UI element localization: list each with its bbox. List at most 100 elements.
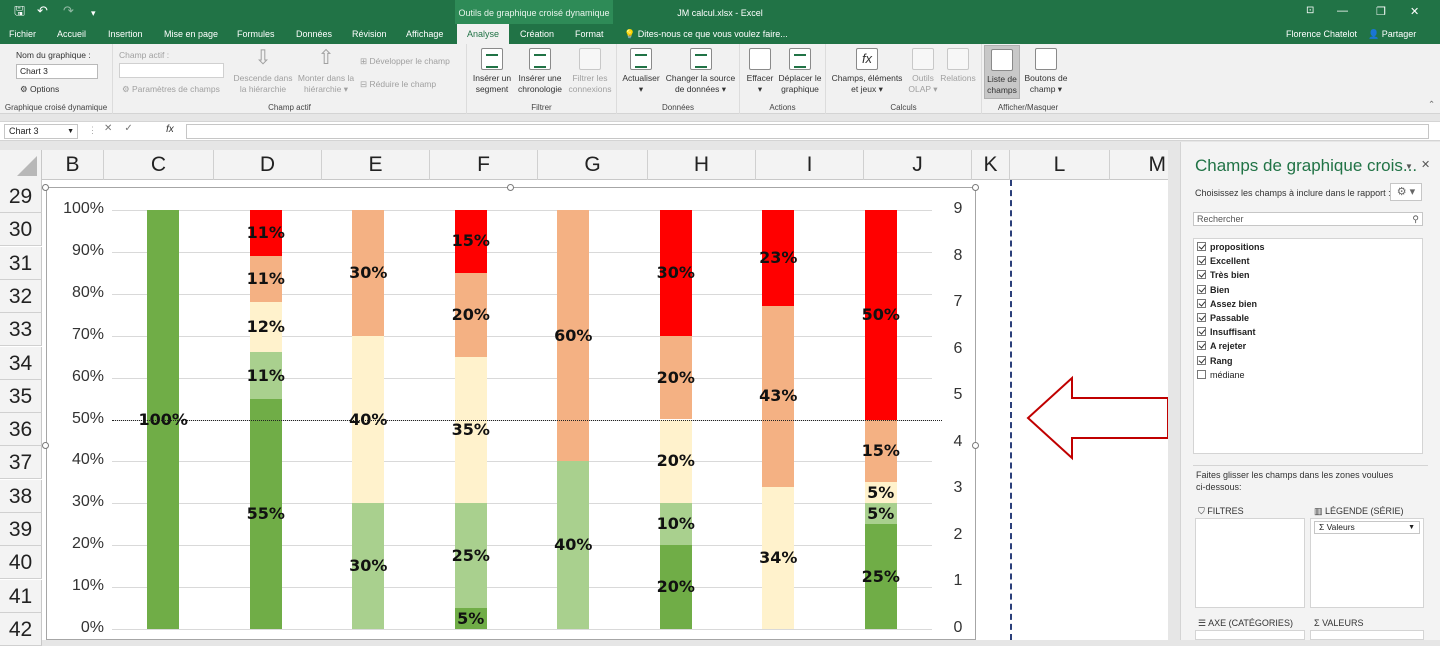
insert-function-icon[interactable]: fx [166,124,174,135]
formula-input[interactable] [186,124,1429,139]
customize-icon[interactable]: ▾ [91,6,96,20]
legend-icon: ▥ [1314,506,1323,516]
field-checkbox[interactable] [1197,327,1206,337]
arrow-left-shape[interactable] [1020,370,1168,466]
chart-resize-handle[interactable] [507,184,514,191]
name-box-dropdown-icon[interactable]: ▼ [67,125,74,138]
field-checkbox[interactable] [1197,284,1206,294]
tell-me-box[interactable]: 💡 Dites-nous ce que vous voulez faire... [624,24,788,45]
legend-values-label: Σ Valeurs [1319,522,1355,532]
field-checkbox[interactable] [1197,313,1206,322]
field-checkbox[interactable] [1197,298,1206,308]
refresh-button[interactable]: Actualiser ▾ [619,48,663,95]
field-checkbox[interactable] [1197,242,1206,251]
options-button[interactable]: ⚙ Options [20,84,59,95]
chart-resize-handle[interactable] [42,442,49,449]
column-header-m[interactable]: M [1110,150,1168,180]
data-label: 11% [246,269,285,289]
tab-accueil[interactable]: Accueil [57,24,86,44]
field-checkbox[interactable] [1197,369,1206,379]
name-box[interactable]: Chart 3 ▼ [4,124,78,139]
legend-values-item[interactable]: Σ Valeurs ▼ [1314,521,1420,534]
fields-items-button[interactable]: fx Champs, éléments et jeux ▾ [828,48,906,95]
expand-field-button[interactable]: ⊞ Développer le champ [360,56,450,67]
field-item[interactable]: médiane [1197,369,1245,383]
tab-format[interactable]: Format [575,24,604,44]
ribbon: Nom du graphique : Chart 3 ⚙ Options Gra… [0,44,1440,114]
tab-analyse[interactable]: Analyse [457,24,510,44]
column-header-l[interactable]: L [1010,150,1110,180]
active-field-input[interactable] [119,63,224,78]
field-item[interactable]: A rejeter [1197,340,1246,354]
share-button[interactable]: 👤 Partager [1368,24,1416,45]
field-item[interactable]: Insuffisant [1197,326,1256,340]
chart-resize-handle[interactable] [42,184,49,191]
tab-fichier[interactable]: Fichier [9,24,36,44]
pane-options-icon[interactable]: ▼ [1405,162,1413,171]
minimize-icon[interactable]: — [1337,5,1348,17]
chart-name-field[interactable]: Chart 3 [16,64,98,79]
field-buttons-button[interactable]: Boutons de champ ▾ [1020,48,1072,95]
chart-resize-handle[interactable] [972,442,979,449]
zone-values[interactable] [1310,630,1424,640]
field-list-button[interactable]: Liste de champs [984,45,1020,99]
field-search-input[interactable]: Rechercher ⚲ [1193,212,1423,226]
zone-legend[interactable]: Σ Valeurs ▼ [1310,518,1424,608]
drill-up-button[interactable]: ⇧ Monter dans la hiérarchie ▾ [295,48,357,95]
zone-axis[interactable] [1195,630,1305,640]
restore-icon[interactable]: ❐ [1376,5,1386,18]
filter-connections-button[interactable]: Filtrer les connexions [565,48,615,95]
redo-icon[interactable]: ↷ [63,4,74,18]
save-icon[interactable]: 🖫 [14,4,25,18]
field-item[interactable]: Passable [1197,312,1249,326]
field-item[interactable]: Bien [1197,284,1230,298]
field-checkbox[interactable] [1197,355,1206,365]
field-checkbox[interactable] [1197,256,1206,266]
drill-down-button[interactable]: ⇩ Descende dans la hiérarchie [229,48,297,95]
insert-slicer-button[interactable]: Insérer un segment [469,48,515,95]
tab-mise-en-page[interactable]: Mise en page [164,24,218,44]
tab-creation[interactable]: Création [520,24,554,44]
clear-button[interactable]: Effacer ▾ [742,48,778,95]
chart-resize-handle[interactable] [972,184,979,191]
pane-close-icon[interactable]: ✕ [1421,158,1430,171]
worksheet[interactable]: B C D E F G H I J K L M 29 30 31 32 33 34 35 36… [0,150,1168,646]
user-name[interactable]: Florence Chatelot [1286,24,1357,45]
field-list: propositions Excellent Très bien Bien Assez … [1193,238,1423,454]
group-active-field: Champ actif : ⚙ Paramètres de champs ⇩ De… [113,44,467,114]
refresh-label: Actualiser [622,73,660,83]
zone-filters[interactable] [1195,518,1305,608]
collapse-field-button[interactable]: ⊟ Réduire le champ [360,79,436,90]
field-checkbox[interactable] [1197,341,1206,351]
slicer-icon [481,48,503,70]
tab-revision[interactable]: Révision [352,24,387,44]
data-label: 34% [759,547,798,567]
tab-insertion[interactable]: Insertion [108,24,143,44]
field-buttons-label-2: champ [1029,84,1056,94]
drag-handle-icon[interactable]: ⋮ [88,125,97,136]
field-item[interactable]: Assez bien [1197,298,1257,312]
change-source-button[interactable]: Changer la source de données ▾ [663,48,738,95]
gear-icon[interactable]: ⚙ ▾ [1390,183,1422,201]
collapse-ribbon-icon[interactable]: ⌃ [1428,99,1435,110]
field-item[interactable]: Rang [1197,355,1233,369]
insert-timeline-button[interactable]: Insérer une chronologie [515,48,565,95]
cancel-icon[interactable]: ✕ [104,123,124,134]
field-checkbox[interactable] [1197,270,1206,280]
close-icon[interactable]: ✕ [1410,5,1419,18]
field-item[interactable]: Excellent [1197,255,1250,269]
enter-icon[interactable]: ✓ [124,123,144,134]
tab-affichage[interactable]: Affichage [406,24,443,44]
field-item[interactable]: propositions [1197,241,1265,255]
undo-icon[interactable]: ↶ [37,4,48,18]
tab-formules[interactable]: Formules [237,24,275,44]
field-params-button[interactable]: ⚙ Paramètres de champs [122,84,220,95]
relations-button[interactable]: Relations [938,48,978,84]
tab-donnees[interactable]: Données [296,24,332,44]
ribbon-options-icon[interactable]: ⊡ [1306,5,1314,16]
move-chart-button[interactable]: Déplacer le graphique [776,48,824,95]
olap-tools-button[interactable]: Outils OLAP ▾ [906,48,940,95]
y-axis-tick-label: 90% [71,241,104,259]
field-item[interactable]: Très bien [1197,269,1250,283]
data-label: 43% [759,386,798,406]
